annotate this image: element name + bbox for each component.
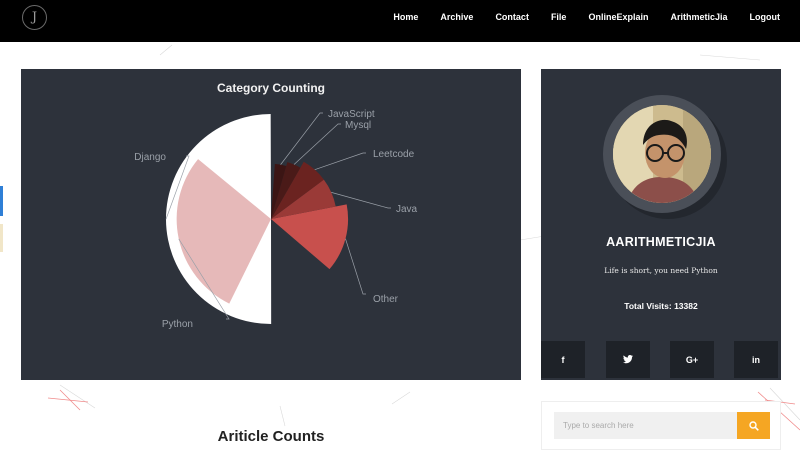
nav-item-logout[interactable]: Logout — [750, 12, 781, 22]
google-plus-button[interactable]: G+ — [670, 341, 714, 378]
navbar: J Home Archive Contact File OnlineExplai… — [0, 0, 800, 42]
visits-value: 13382 — [674, 301, 698, 311]
article-counts-title: Ariticle Counts — [217, 428, 325, 445]
linkedin-button[interactable]: in — [734, 341, 778, 378]
pie-label-python: Python — [162, 319, 193, 330]
pie-label-javascript: JavaScript — [328, 109, 375, 120]
search-widget — [541, 401, 781, 450]
pie-label-mysql: Mysql — [345, 120, 371, 131]
search-input[interactable] — [554, 412, 737, 439]
leader-line-leetcode — [314, 152, 366, 170]
nav-item-archive[interactable]: Archive — [440, 12, 473, 22]
pie-label-other: Other — [373, 294, 399, 305]
nav-item-onlineexplain[interactable]: OnlineExplain — [588, 12, 648, 22]
twitter-icon — [623, 355, 633, 364]
social-links: f G+ in — [541, 341, 781, 380]
total-visits: Total Visits: 13382 — [541, 301, 781, 311]
leader-line-other — [345, 238, 366, 295]
pie-label-leetcode: Leetcode — [373, 149, 415, 160]
profile-card: AARITHMETICJIA Life is short, you need P… — [541, 69, 781, 380]
leader-line-mysql — [293, 123, 341, 165]
profile-motto: Life is short, you need Python — [604, 266, 718, 275]
search-button[interactable] — [737, 412, 770, 439]
nav-item-contact[interactable]: Contact — [495, 12, 529, 22]
category-pie-chart: Category Counting Django Python Other Java L… — [134, 81, 418, 330]
left-edge-tab[interactable] — [0, 186, 3, 216]
pie-label-java: Java — [396, 204, 418, 215]
linkedin-icon: in — [752, 354, 760, 365]
pie-label-django: Django — [134, 152, 166, 163]
avatar[interactable] — [613, 105, 711, 203]
avatar-photo — [613, 105, 711, 203]
site-logo[interactable]: J — [22, 5, 47, 30]
facebook-button[interactable]: f — [541, 341, 585, 378]
left-edge-tab-secondary[interactable] — [0, 224, 3, 252]
visits-label: Total Visits: — [624, 301, 672, 311]
nav-item-home[interactable]: Home — [393, 12, 418, 22]
category-chart-panel: Category Counting Django Python Other Java L… — [21, 69, 521, 380]
search-icon — [748, 420, 759, 431]
profile-name: AARITHMETICJIA — [606, 235, 716, 249]
nav-item-arithmeticjia[interactable]: ArithmeticJia — [670, 12, 727, 22]
facebook-icon: f — [561, 354, 565, 365]
nav-menu: Home Archive Contact File OnlineExplain … — [393, 0, 780, 34]
chart-title: Category Counting — [217, 81, 325, 95]
avatar-ring — [603, 95, 721, 213]
nav-item-file[interactable]: File — [551, 12, 567, 22]
google-plus-icon: G+ — [685, 354, 699, 365]
twitter-button[interactable] — [606, 341, 650, 378]
